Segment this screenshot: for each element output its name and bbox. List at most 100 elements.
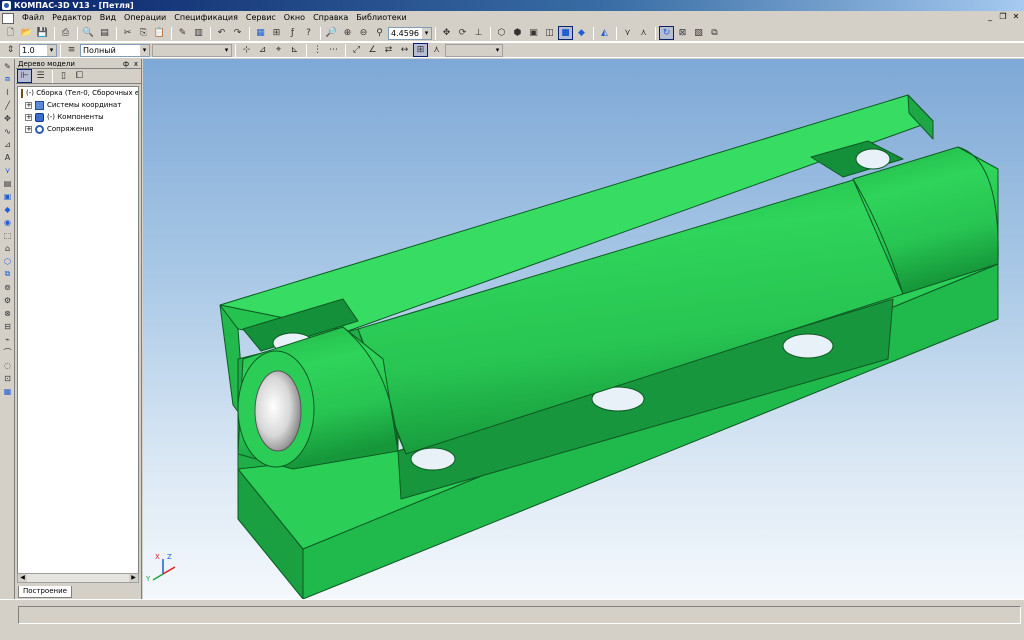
expand-icon[interactable]: + [25,125,32,133]
electrical-icon[interactable]: ⊡ [1,372,14,384]
cut-icon[interactable]: ✂ [120,26,135,40]
grid-icon[interactable]: ⋮ [310,43,325,57]
springs-icon[interactable]: ⌁ [1,333,14,345]
arrays-icon[interactable]: ⧉ [1,268,14,280]
paste-icon[interactable]: 📋 [152,26,167,40]
filter-icon[interactable]: ⋏ [636,26,651,40]
restore-icon[interactable]: ❐ [997,12,1009,23]
library-manager-icon[interactable]: ▥ [191,26,206,40]
model-viewport[interactable]: Z X Y [143,59,1024,599]
add-component-icon[interactable]: ⧈ [1,73,14,85]
tree-structure-icon[interactable]: ⊩ [17,69,32,83]
close-icon[interactable]: ✕ [1010,12,1022,23]
tree-item-coordinate-systems[interactable]: + Системы координат [18,99,138,111]
orthogonal-icon[interactable]: ⊾ [287,43,302,57]
gears-icon[interactable]: ⚙ [1,294,14,306]
hidden-thin-icon[interactable]: ▣ [526,26,541,40]
undo-icon[interactable]: ↶ [214,26,229,40]
selection-icon[interactable]: ⬚ [1,229,14,241]
auxiliary-geometry-icon[interactable]: ✥ [1,112,14,124]
tree-item-mates[interactable]: + Сопряжения [18,123,138,135]
line-style-combo[interactable]: Полный [80,43,150,57]
wireframe-icon[interactable]: ⬡ [494,26,509,40]
dimension-icon[interactable]: ↔ [397,43,412,57]
sheet-metal-icon[interactable]: ⌂ [1,242,14,254]
variables-icon[interactable]: ⊞ [269,26,284,40]
zoom-out-icon[interactable]: ⊖ [356,26,371,40]
zoom-scale-icon[interactable]: ⚲ [372,26,387,40]
menu-help[interactable]: Справка [309,11,352,25]
local-cs-icon[interactable]: ⊿ [255,43,270,57]
preview-icon[interactable]: 🔍 [81,26,96,40]
fasteners-icon[interactable]: ⊗ [1,307,14,319]
tree-horizontal-scrollbar[interactable]: ◀ ▶ [17,573,139,583]
expand-icon[interactable]: + [25,113,32,121]
welds-icon[interactable]: ⌒ [1,346,14,358]
shaded-edges-icon[interactable]: ◆ [574,26,589,40]
orientation-icon[interactable]: ⊥ [471,26,486,40]
tree-list-icon[interactable]: ▯ [56,69,71,83]
check-collision-icon[interactable]: ⧉ [707,26,722,40]
auto-snap-icon[interactable]: ⊞ [413,43,428,57]
copy-icon[interactable]: ⎘ [136,26,151,40]
line-style-icon[interactable]: ≡ [64,43,79,57]
minimize-icon[interactable]: _ [984,12,996,23]
catalog-icon[interactable]: ▦ [1,385,14,397]
curves-icon[interactable]: ∿ [1,125,14,137]
menu-editor[interactable]: Редактор [48,11,96,25]
menu-window[interactable]: Окно [280,11,309,25]
pin-icon[interactable]: ф [123,59,129,69]
menu-file[interactable]: Файл [18,11,48,25]
menu-specification[interactable]: Спецификация [170,11,242,25]
menu-operations[interactable]: Операции [120,11,170,25]
snap-icon[interactable]: ⌖ [271,43,286,57]
tree-order-icon[interactable]: ☰ [33,69,48,83]
mates-icon[interactable]: ⋎ [1,164,14,176]
scale-icon[interactable]: ⇕ [3,43,18,57]
pan-icon[interactable]: ✥ [439,26,454,40]
tree-close-icon[interactable]: x [134,59,138,69]
specification-icon[interactable]: ▤ [1,177,14,189]
surfaces-icon[interactable]: ⬡ [1,255,14,267]
diagnostic-icon[interactable]: ◉ [1,216,14,228]
sketch-icon[interactable]: ⌇ [1,86,14,98]
tree-filter-icon[interactable]: ⧠ [72,69,87,83]
hidden-lines-icon[interactable]: ⬢ [510,26,525,40]
format-painter-icon[interactable]: ✎ [175,26,190,40]
menu-view[interactable]: Вид [96,11,120,25]
menu-service[interactable]: Сервис [242,11,280,25]
redo-icon[interactable]: ↷ [230,26,245,40]
show-objects-icon[interactable]: ⋎ [620,26,635,40]
zoom-combo[interactable]: 4.4596 [388,26,432,40]
zoom-in-icon[interactable]: ⊕ [340,26,355,40]
edit-assembly-icon[interactable]: ✎ [1,60,14,72]
help-pointer-icon[interactable]: ? [301,26,316,40]
tree-item-components[interactable]: + (-) Компоненты [18,111,138,123]
scale-combo[interactable]: 1.0 [19,43,57,57]
step-icon[interactable]: ⋏ [429,43,444,57]
designations-icon[interactable]: A [1,151,14,163]
reports-icon[interactable]: ▣ [1,190,14,202]
expand-icon[interactable]: + [25,101,32,109]
coordinate-icon[interactable]: ⤢ [349,43,364,57]
print-icon[interactable]: ⎙ [58,26,73,40]
perspective-icon[interactable]: ◭ [597,26,612,40]
properties-icon[interactable]: ▦ [253,26,268,40]
tab-construction[interactable]: Построение [18,586,72,598]
zoom-window-icon[interactable]: 🔎 [324,26,339,40]
document-manager-icon[interactable]: ▤ [97,26,112,40]
snap-grid-icon[interactable]: ⊹ [239,43,254,57]
mass-properties-icon[interactable]: ▧ [691,26,706,40]
rebuild-icon[interactable]: ↻ [659,26,674,40]
scroll-left-icon[interactable]: ◀ [18,574,27,582]
tree-item-root[interactable]: (-) Сборка (Тел-0, Сборочных е [18,87,138,99]
save-icon[interactable]: 💾 [35,26,50,40]
measure-tools-icon[interactable]: ◆ [1,203,14,215]
function-icon[interactable]: ƒ [285,26,300,40]
shaded-icon[interactable]: ■ [558,26,573,40]
grid-settings-icon[interactable]: ⋯ [326,43,341,57]
scroll-right-icon[interactable]: ▶ [129,574,138,582]
geometry-icon[interactable]: ╱ [1,99,14,111]
angle-icon[interactable]: ∠ [365,43,380,57]
menu-libraries[interactable]: Библиотеки [352,11,410,25]
